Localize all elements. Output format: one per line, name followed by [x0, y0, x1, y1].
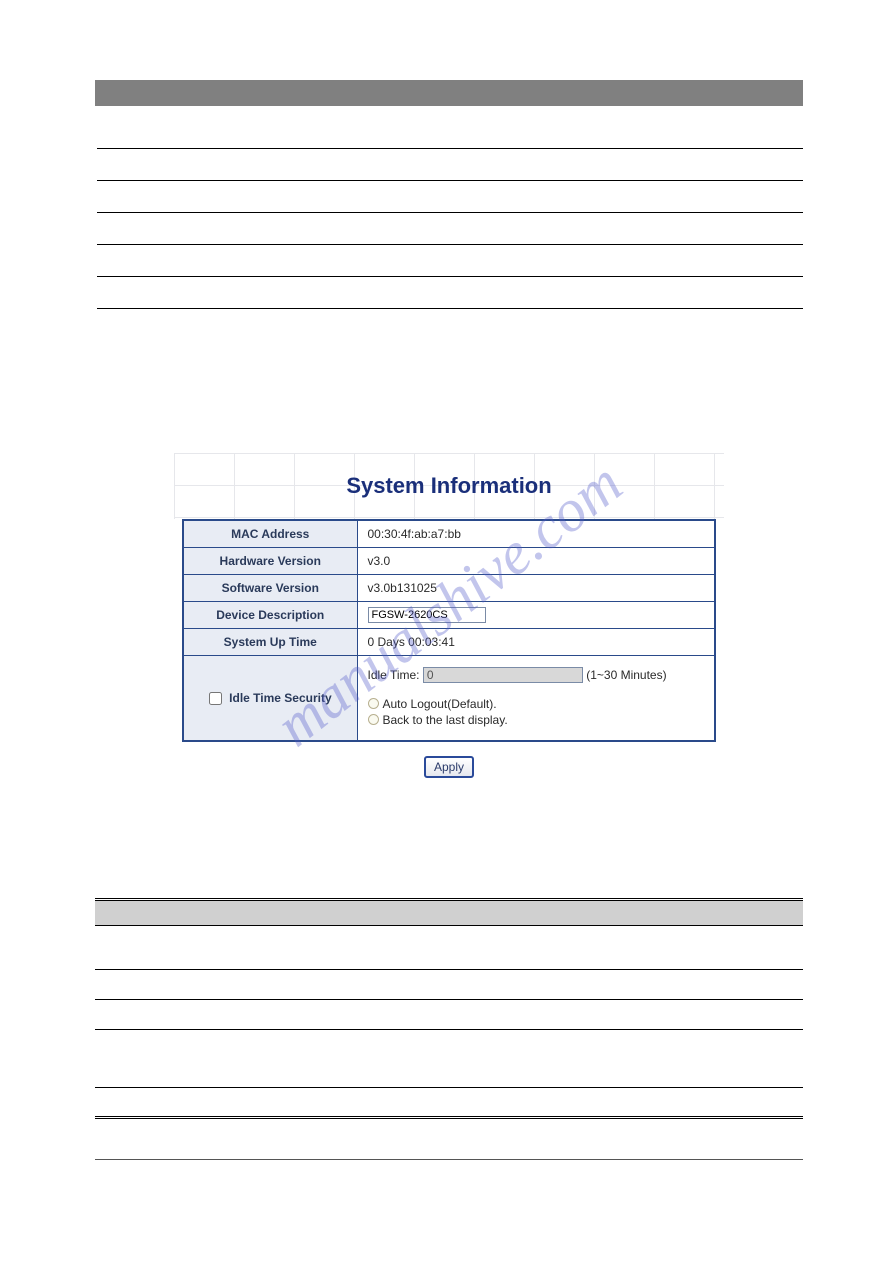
- idle-time-security-checkbox[interactable]: [209, 692, 222, 705]
- table-cell: [237, 180, 804, 212]
- table-row: [97, 106, 804, 148]
- table-row: [97, 180, 804, 212]
- table-cell: [237, 276, 804, 308]
- top-blank-table: [95, 80, 803, 309]
- idle-time-hint: (1~30 Minutes): [586, 668, 666, 682]
- software-version-label: Software Version: [183, 574, 357, 601]
- table-cell: [301, 1088, 803, 1118]
- device-description-input[interactable]: [368, 607, 486, 623]
- table-cell: [95, 1000, 301, 1030]
- table-row: [95, 926, 803, 970]
- table-row: Idle Time Security Idle Time: (1~30 Minu…: [183, 655, 715, 741]
- idle-time-label: Idle Time:: [368, 668, 420, 682]
- table-cell: [97, 212, 237, 244]
- table-cell: [237, 106, 804, 148]
- hardware-version-label: Hardware Version: [183, 547, 357, 574]
- idle-time-security-cell: Idle Time: (1~30 Minutes) Auto Logout(De…: [357, 655, 715, 741]
- idle-time-security-label: Idle Time Security: [229, 691, 332, 705]
- table-row: [95, 1088, 803, 1118]
- device-description-cell: [357, 601, 715, 628]
- table-header-row: [97, 80, 804, 106]
- hardware-version-value: v3.0: [357, 547, 715, 574]
- idle-time-input[interactable]: [423, 667, 583, 683]
- table-cell: [97, 180, 237, 212]
- table-row: [95, 1000, 803, 1030]
- table-row: [97, 276, 804, 308]
- table-cell: [95, 970, 301, 1000]
- panel-title: System Information: [182, 467, 716, 519]
- mac-address-label: MAC Address: [183, 520, 357, 548]
- mac-address-value: 00:30:4f:ab:a7:bb: [357, 520, 715, 548]
- table-row: MAC Address 00:30:4f:ab:a7:bb: [183, 520, 715, 548]
- table-cell: [301, 1030, 803, 1088]
- radio-option-back-display[interactable]: Back to the last display.: [368, 713, 705, 727]
- system-uptime-label: System Up Time: [183, 628, 357, 655]
- table-header-cell: [301, 900, 803, 926]
- idle-time-security-label-cell: Idle Time Security: [183, 655, 357, 741]
- apply-button-wrap: Apply: [182, 742, 716, 786]
- idle-time-line: Idle Time: (1~30 Minutes): [368, 667, 705, 683]
- table-header-row: [95, 900, 803, 926]
- table-cell: [301, 1000, 803, 1030]
- table-cell: [301, 970, 803, 1000]
- table-cell: [237, 244, 804, 276]
- radio-icon: [368, 714, 379, 725]
- table-cell: [237, 212, 804, 244]
- table-row: [97, 148, 804, 180]
- table-row: [97, 212, 804, 244]
- table-cell: [97, 276, 237, 308]
- table-cell: [301, 926, 803, 970]
- apply-button[interactable]: Apply: [424, 756, 474, 778]
- page-container: System Information MAC Address 00:30:4f:…: [0, 0, 893, 1200]
- table-header-cell: [237, 80, 804, 106]
- footer-divider: [95, 1159, 803, 1160]
- radio-label: Back to the last display.: [383, 713, 508, 727]
- table-cell: [97, 106, 237, 148]
- table-row: System Up Time 0 Days 00:03:41: [183, 628, 715, 655]
- radio-option-auto-logout[interactable]: Auto Logout(Default).: [368, 697, 705, 711]
- bottom-blank-table: [95, 898, 803, 1119]
- table-cell: [237, 148, 804, 180]
- table-header-cell: [95, 900, 301, 926]
- table-cell: [97, 244, 237, 276]
- table-row: Hardware Version v3.0: [183, 547, 715, 574]
- device-description-label: Device Description: [183, 601, 357, 628]
- radio-icon: [368, 698, 379, 709]
- table-row: [95, 970, 803, 1000]
- system-info-table: MAC Address 00:30:4f:ab:a7:bb Hardware V…: [182, 519, 716, 743]
- table-cell: [97, 148, 237, 180]
- table-row: [97, 244, 804, 276]
- system-uptime-value: 0 Days 00:03:41: [357, 628, 715, 655]
- table-row: [95, 1030, 803, 1088]
- table-cell: [95, 926, 301, 970]
- table-row: Software Version v3.0b131025: [183, 574, 715, 601]
- software-version-value: v3.0b131025: [357, 574, 715, 601]
- table-header-cell: [97, 80, 237, 106]
- system-information-panel: System Information MAC Address 00:30:4f:…: [182, 467, 716, 787]
- table-cell: [95, 1030, 301, 1088]
- table-row: Device Description: [183, 601, 715, 628]
- table-cell: [95, 1088, 301, 1118]
- radio-label: Auto Logout(Default).: [383, 697, 497, 711]
